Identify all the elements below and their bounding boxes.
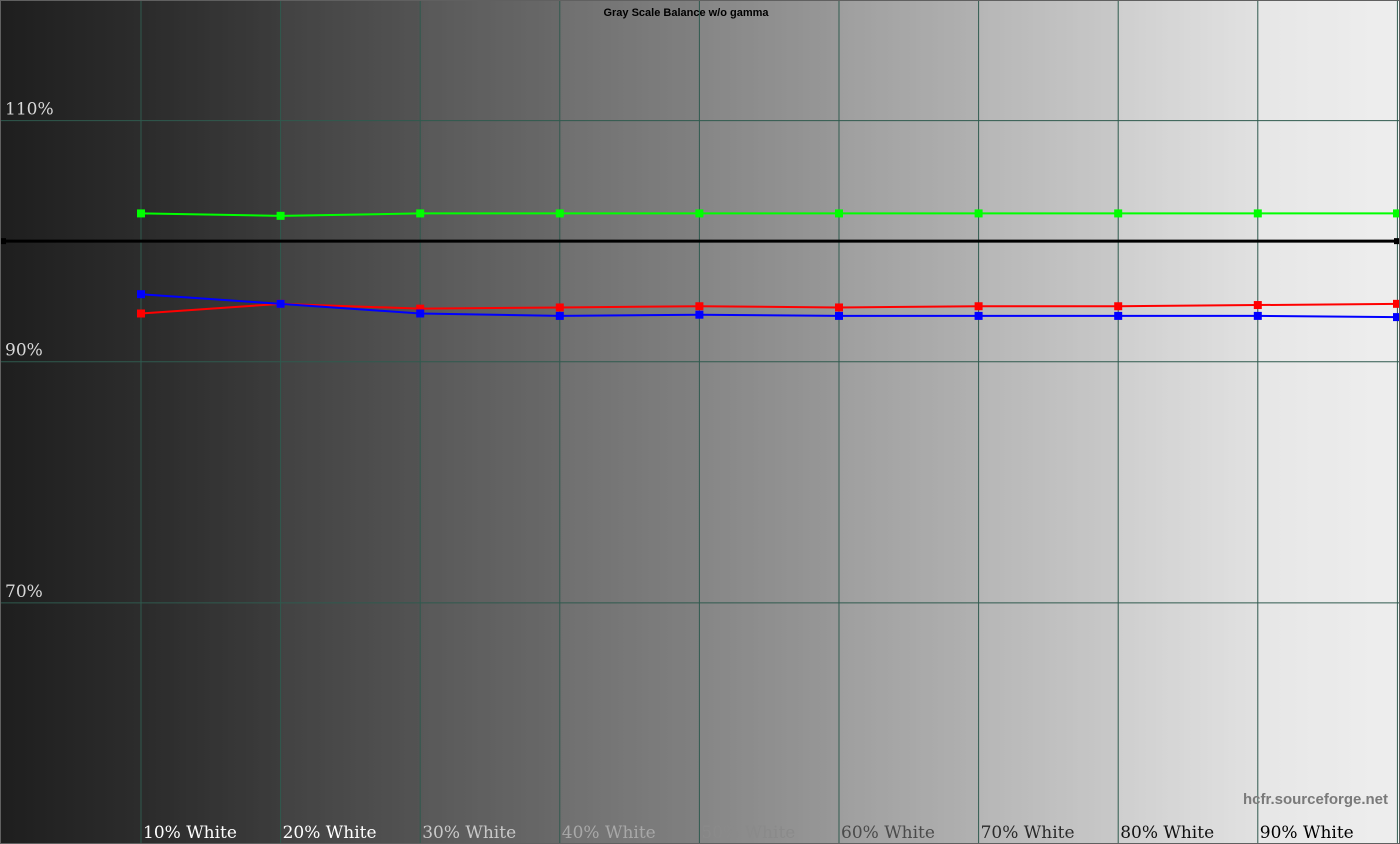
series-point-1 (555, 303, 564, 312)
column-band (280, 0, 421, 844)
series-point-0 (1393, 209, 1400, 218)
series-point-2 (835, 311, 843, 320)
series-point-0 (974, 209, 983, 218)
column-band (141, 0, 281, 844)
series-point-0 (555, 209, 564, 218)
column-band (1118, 0, 1258, 844)
series-point-1 (1253, 301, 1262, 310)
y-tick-label: 70% (5, 582, 43, 602)
series-point-0 (1114, 209, 1123, 218)
chart-container: 110% 90% 70% 10% White 20% White 30% White 40%… (0, 0, 1400, 844)
series-point-2 (1114, 311, 1123, 320)
series-point-2 (137, 290, 145, 299)
column-band (1257, 0, 1398, 844)
series-point-0 (1253, 209, 1262, 218)
series-point-2 (974, 311, 983, 320)
gray-scale-balance-chart: 110% 90% 70% 10% White 20% White 30% White 40%… (0, 0, 1400, 844)
watermark: hcfr.sourceforge.net (1243, 791, 1388, 808)
series-point-0 (137, 209, 145, 218)
x-tick-label: 30% White (422, 823, 516, 843)
x-tick-label: 70% White (981, 823, 1075, 843)
series-point-2 (695, 310, 704, 319)
x-tick-label: 60% White (841, 823, 935, 843)
x-tick-label: 20% White (283, 823, 377, 843)
x-tick-label: 50% White (701, 823, 795, 843)
column-band (420, 0, 560, 844)
series-point-1 (137, 309, 145, 318)
column-band (699, 0, 839, 844)
x-tick-label: 80% White (1120, 823, 1214, 843)
series-point-0 (695, 209, 704, 218)
series-point-1 (974, 302, 983, 311)
column-band (839, 0, 979, 844)
x-tick-label: 40% White (562, 823, 656, 843)
y-tick-label: 90% (5, 341, 43, 361)
chart-title: Gray Scale Balance w/o gamma (603, 7, 769, 19)
series-point-0 (276, 211, 285, 220)
series-point-1 (1393, 299, 1400, 308)
series-point-0 (835, 209, 843, 218)
series-point-2 (416, 309, 425, 318)
y-tick-label: 110% (5, 100, 54, 120)
series-point-2 (555, 311, 564, 320)
series-point-2 (1253, 311, 1262, 320)
series-point-0 (416, 209, 425, 218)
column-band (559, 0, 700, 844)
x-tick-label: 90% White (1260, 823, 1354, 843)
series-point-1 (695, 302, 704, 311)
series-point-1 (835, 303, 843, 312)
column-band (978, 0, 1119, 844)
series-point-2 (276, 299, 285, 308)
series-point-1 (1114, 302, 1123, 311)
series-point-2 (1393, 313, 1400, 322)
x-tick-label: 10% White (143, 823, 237, 843)
